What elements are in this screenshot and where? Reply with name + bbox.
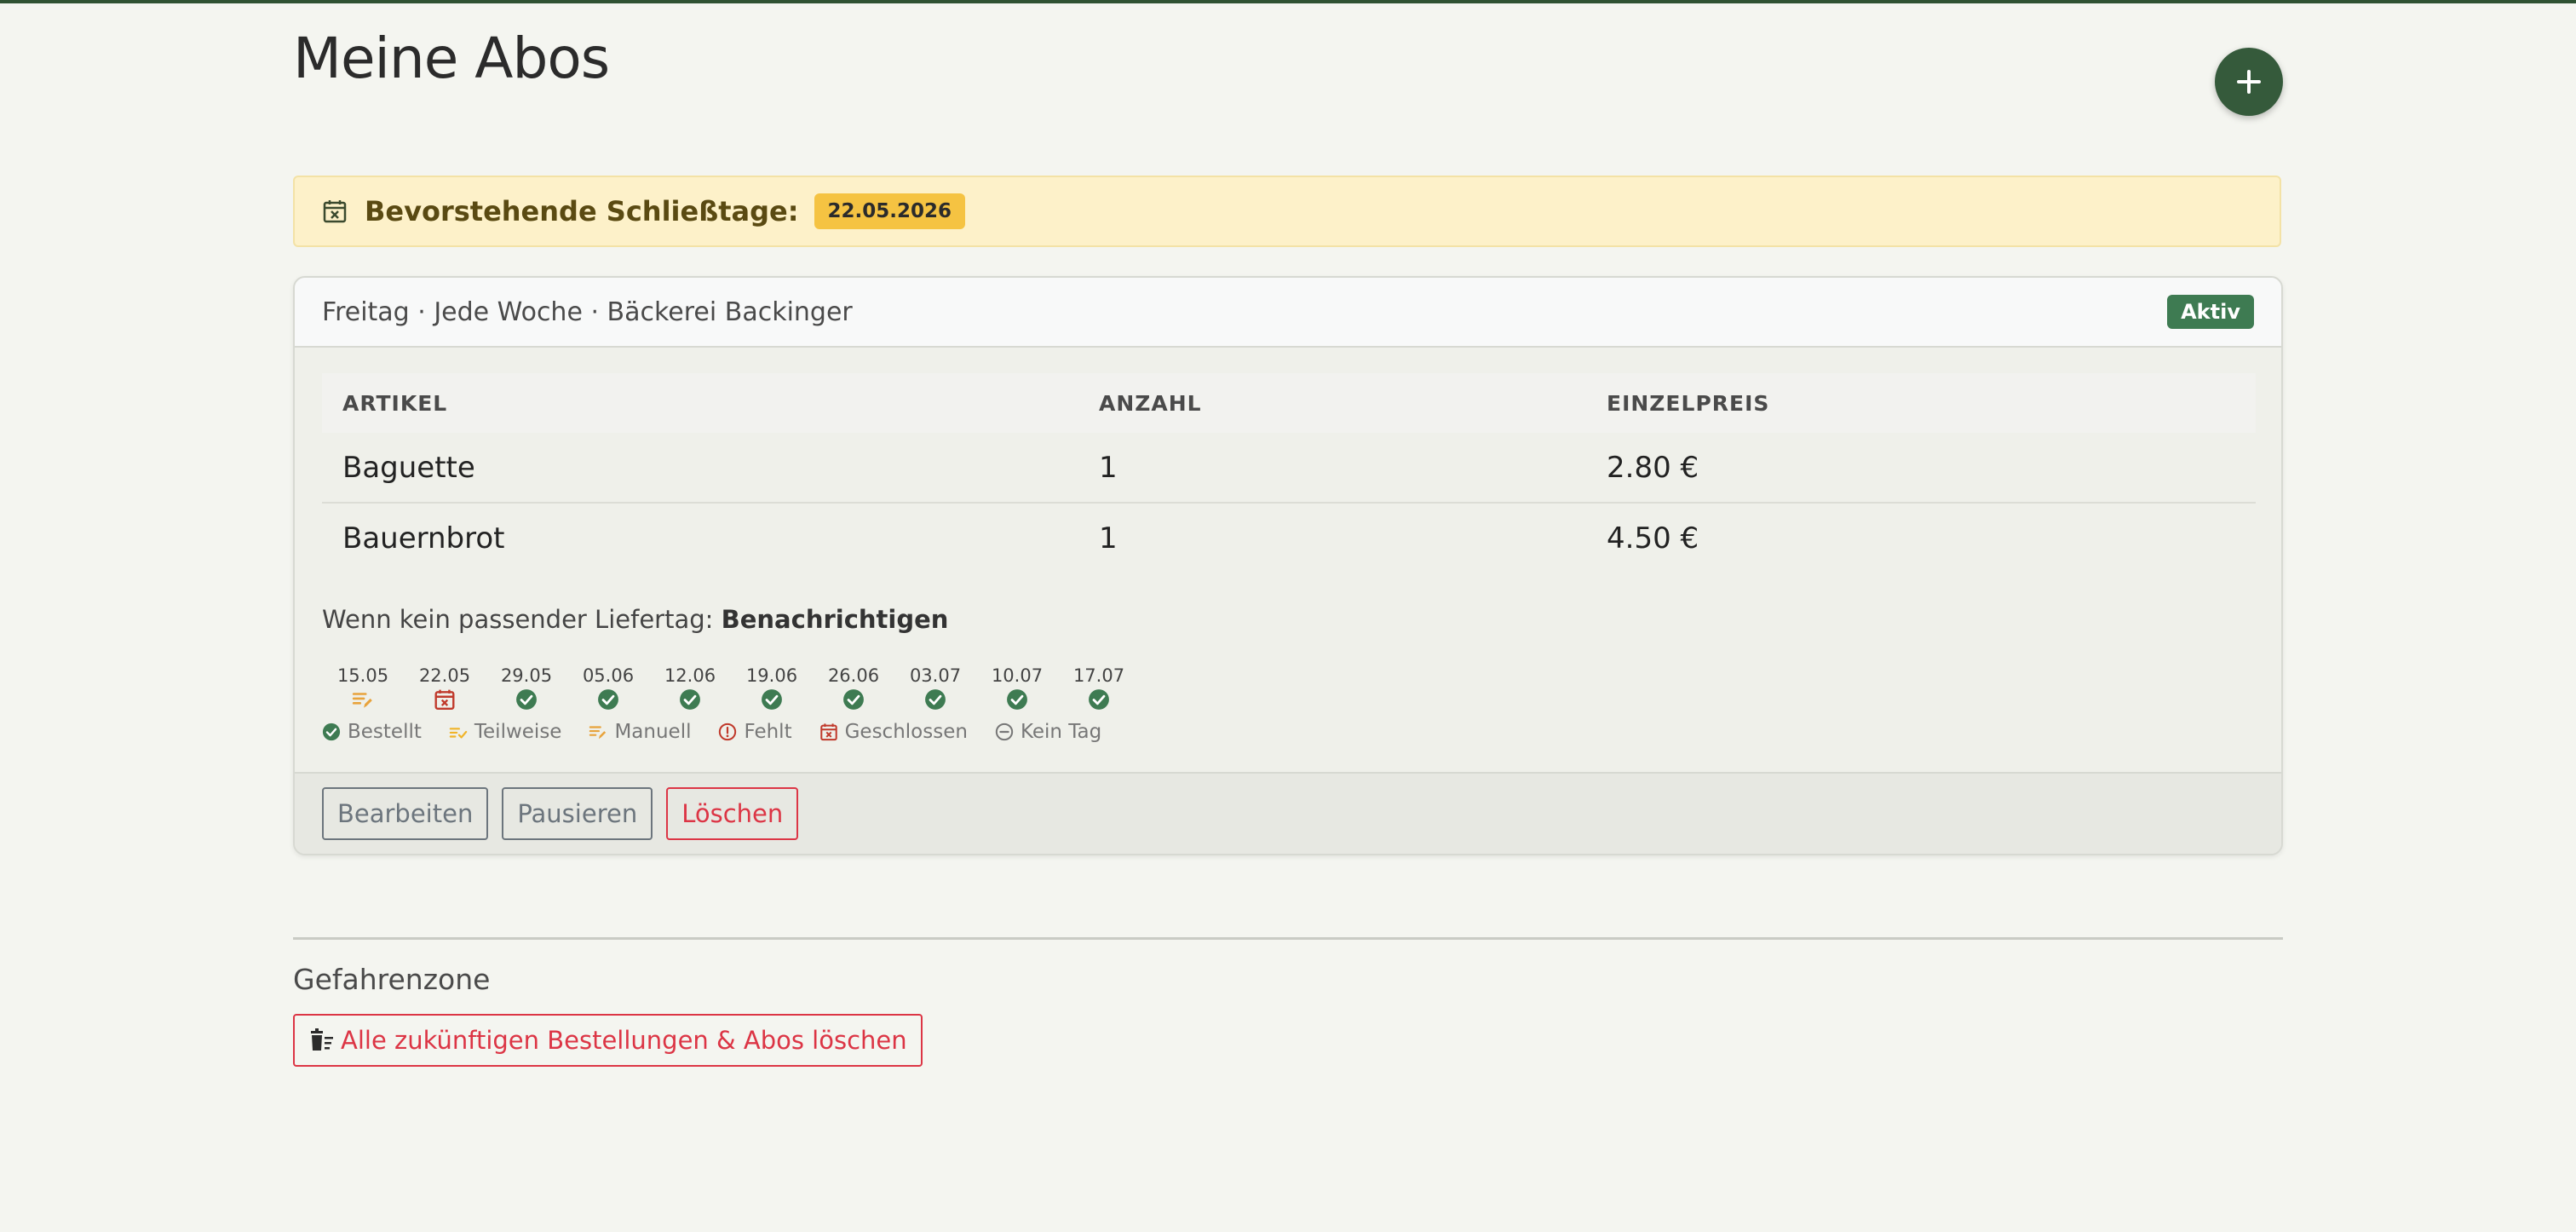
edit-button[interactable]: Bearbeiten — [322, 787, 489, 840]
timeline-day: 19.06 — [731, 665, 813, 711]
check-circle-icon — [842, 688, 865, 711]
legend-label: Manuell — [614, 721, 692, 743]
check-circle-icon — [1006, 688, 1028, 711]
timeline-day: 10.07 — [976, 665, 1058, 711]
legend-item-teilweise: Teilweise — [449, 721, 562, 743]
legend-item-keintag: Kein Tag — [995, 721, 1101, 743]
minus-circle-icon — [995, 723, 1014, 741]
timeline-date: 15.05 — [336, 665, 389, 686]
item-price: 4.50 € — [1607, 521, 1699, 556]
legend-label: Teilweise — [474, 721, 562, 743]
item-quantity: 1 — [1099, 521, 1118, 556]
calendar-x-icon — [322, 199, 348, 224]
timeline-date: 03.07 — [909, 665, 962, 686]
table-header-row: ARTIKEL ANZAHL EINZELPREIS — [322, 373, 2256, 433]
delivery-timeline: 15.05 22.05 29.05 05.06 12.06 19.06 26.06 03.07… — [322, 665, 1140, 711]
legend-label: Bestellt — [348, 721, 422, 743]
trash-icon — [308, 1028, 334, 1052]
check-circle-icon — [1088, 688, 1110, 711]
delete-all-button[interactable]: Alle zukünftigen Bestellungen & Abos lös… — [293, 1014, 923, 1067]
status-legend: Bestellt Teilweise Manuell Fehlt Geschlossen… — [322, 721, 1129, 743]
delete-all-label: Alle zukünftigen Bestellungen & Abos lös… — [341, 1026, 907, 1055]
add-abo-button[interactable] — [2215, 48, 2283, 116]
check-circle-icon — [515, 688, 538, 711]
timeline-day: 03.07 — [894, 665, 976, 711]
manual-edit-icon — [589, 723, 607, 741]
check-circle-icon — [322, 723, 341, 741]
page-title: Meine Abos — [293, 26, 610, 91]
timeline-day: 05.06 — [567, 665, 649, 711]
delete-button[interactable]: Löschen — [666, 787, 799, 840]
column-header-anzahl: ANZAHL — [1078, 373, 1586, 433]
timeline-date: 22.05 — [418, 665, 471, 686]
timeline-date: 10.07 — [991, 665, 1044, 686]
item-name: Baguette — [322, 433, 1078, 504]
timeline-day: 26.06 — [813, 665, 894, 711]
pause-button[interactable]: Pausieren — [502, 787, 653, 840]
item-quantity: 1 — [1078, 433, 1586, 504]
fallback-setting: Wenn kein passender Liefertag: Benachric… — [322, 605, 948, 634]
table-row: Bauernbrot 1 4.50 € — [322, 503, 2256, 573]
item-name: Bauernbrot — [342, 521, 505, 556]
abo-card-footer: Bearbeiten Pausieren Löschen — [295, 772, 2281, 854]
closure-days-banner: Bevorstehende Schließtage: 22.05.2026 — [293, 176, 2281, 247]
timeline-date: 17.07 — [1072, 665, 1125, 686]
abo-summary: Freitag · Jede Woche · Bäckerei Backinge… — [322, 296, 853, 327]
items-table: ARTIKEL ANZAHL EINZELPREIS Baguette 1 2.… — [322, 373, 2256, 573]
timeline-date: 29.05 — [500, 665, 553, 686]
column-header-artikel: ARTIKEL — [322, 373, 1078, 433]
closure-date-badge: 22.05.2026 — [814, 193, 966, 229]
legend-item-bestellt: Bestellt — [322, 721, 422, 743]
plus-icon — [2237, 70, 2261, 94]
section-divider — [293, 937, 2283, 940]
status-badge: Aktiv — [2167, 295, 2254, 329]
timeline-day: 15.05 — [322, 665, 404, 711]
fallback-value: Benachrichtigen — [721, 605, 949, 634]
manual-edit-icon — [352, 688, 374, 711]
timeline-day: 12.06 — [649, 665, 731, 711]
closure-title: Bevorstehende Schließtage: — [365, 195, 799, 227]
timeline-date: 26.06 — [827, 665, 880, 686]
danger-zone-title: Gefahrenzone — [293, 963, 491, 996]
calendar-x-icon — [434, 688, 456, 711]
check-circle-icon — [924, 688, 946, 711]
abo-card: Freitag · Jede Woche · Bäckerei Backinge… — [293, 276, 2283, 855]
calendar-x-icon — [819, 723, 838, 741]
abo-card-header: Freitag · Jede Woche · Bäckerei Backinge… — [295, 278, 2281, 348]
check-circle-icon — [679, 688, 701, 711]
partial-list-icon — [449, 723, 468, 741]
legend-item-geschlossen: Geschlossen — [819, 721, 968, 743]
timeline-day: 29.05 — [486, 665, 567, 711]
timeline-date: 12.06 — [664, 665, 716, 686]
item-price: 2.80 € — [1586, 433, 2256, 504]
table-row: Baguette 1 2.80 € — [322, 433, 2256, 504]
legend-item-manuell: Manuell — [589, 721, 691, 743]
timeline-day: 17.07 — [1058, 665, 1140, 711]
timeline-date: 05.06 — [582, 665, 635, 686]
top-accent-bar — [0, 0, 2576, 3]
alert-circle-icon — [718, 723, 737, 741]
timeline-date: 19.06 — [745, 665, 798, 686]
column-header-einzelpreis: EINZELPREIS — [1586, 373, 2256, 433]
legend-label: Kein Tag — [1020, 721, 1102, 743]
check-circle-icon — [761, 688, 783, 711]
timeline-day: 22.05 — [404, 665, 486, 711]
legend-item-fehlt: Fehlt — [718, 721, 792, 743]
check-circle-icon — [597, 688, 619, 711]
legend-label: Geschlossen — [844, 721, 968, 743]
fallback-label: Wenn kein passender Liefertag: — [322, 605, 714, 634]
legend-label: Fehlt — [744, 721, 792, 743]
